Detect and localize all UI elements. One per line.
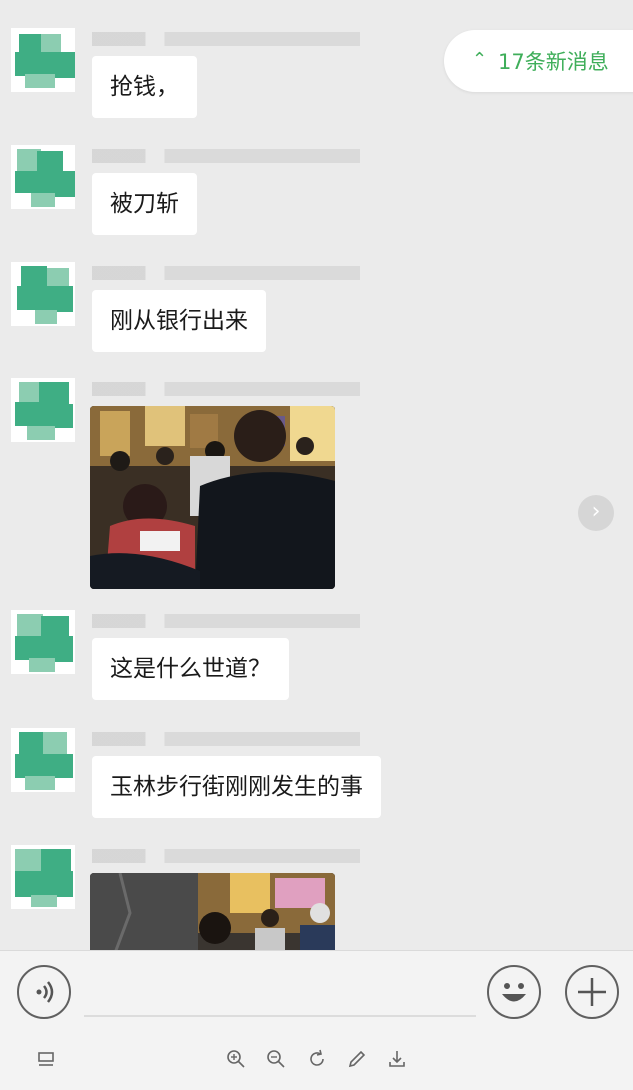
street-scene-photo (90, 406, 335, 589)
avatar[interactable] (11, 378, 75, 442)
zoom-in-icon[interactable] (224, 1047, 248, 1071)
voice-icon[interactable] (17, 965, 71, 1019)
message-bubble[interactable]: 玉林步行街刚刚发生的事 (92, 756, 381, 818)
chevron-right-icon[interactable]: › (578, 495, 614, 531)
avatar[interactable] (11, 145, 75, 209)
message-bubble[interactable]: 被刀斩 (92, 173, 197, 235)
image-message[interactable] (90, 873, 335, 950)
chat-area[interactable]: 抢钱， ⌃ 17条新消息 被刀斩 刚从银行出来 › 这是什么世道？ 玉林步行街刚… (0, 0, 633, 950)
download-icon[interactable] (385, 1047, 409, 1071)
avatar[interactable] (11, 28, 75, 92)
emoji-icon[interactable] (487, 965, 541, 1019)
sender-name-blurred (92, 849, 360, 863)
layout-icon[interactable] (34, 1047, 58, 1071)
zoom-out-icon[interactable] (264, 1047, 288, 1071)
message-bubble[interactable]: 刚从银行出来 (92, 290, 266, 352)
plus-icon[interactable] (565, 965, 619, 1019)
avatar[interactable] (11, 728, 75, 792)
edit-icon[interactable] (345, 1047, 369, 1071)
sender-name-blurred (92, 149, 360, 163)
sender-name-blurred (92, 382, 360, 396)
message-input[interactable] (84, 1015, 476, 1017)
input-bar (0, 950, 633, 1090)
message-bubble[interactable]: 抢钱， (92, 56, 197, 118)
new-messages-button[interactable]: ⌃ 17条新消息 (444, 30, 633, 92)
avatar[interactable] (11, 845, 75, 909)
sender-name-blurred (92, 732, 360, 746)
sender-name-blurred (92, 614, 360, 628)
rotate-icon[interactable] (305, 1047, 329, 1071)
avatar[interactable] (11, 262, 75, 326)
sender-name-blurred (92, 32, 360, 46)
street-scene-photo (90, 873, 335, 950)
avatar[interactable] (11, 610, 75, 674)
message-bubble[interactable]: 这是什么世道？ (92, 638, 289, 700)
new-messages-label: 17条新消息 (498, 50, 609, 74)
double-chevron-up-icon: ⌃ (472, 49, 488, 70)
image-message[interactable] (90, 406, 335, 589)
sender-name-blurred (92, 266, 360, 280)
